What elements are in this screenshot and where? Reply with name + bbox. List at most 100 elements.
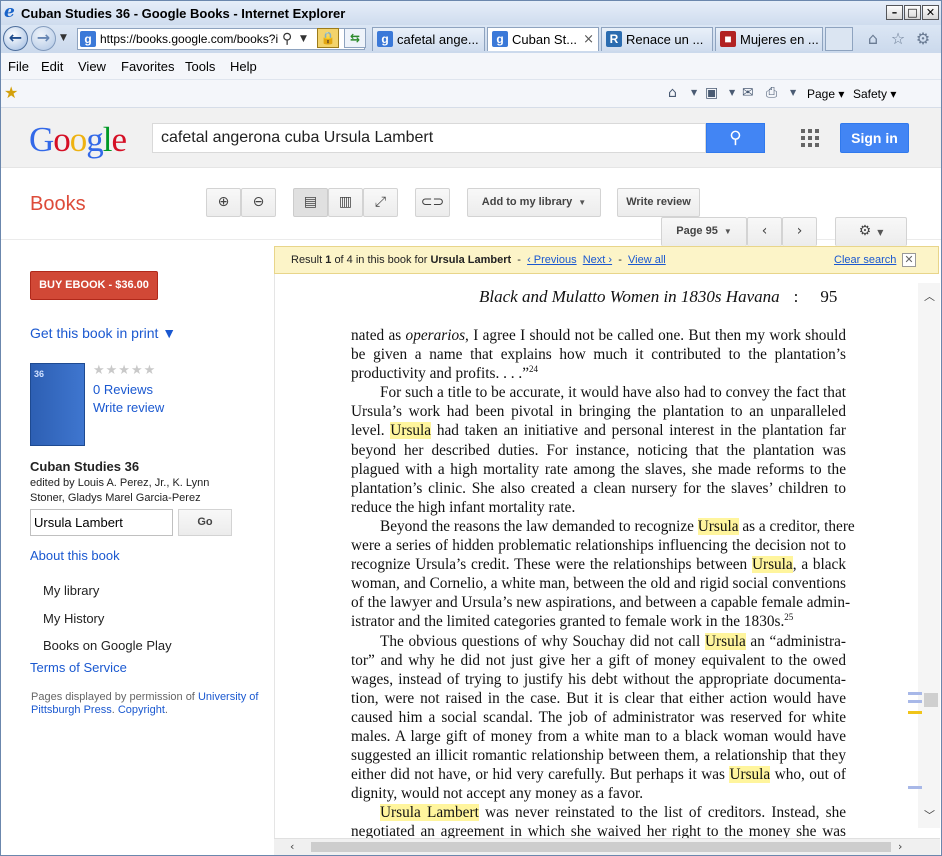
- cover-text: 36: [34, 369, 45, 379]
- chevron-down-icon[interactable]: ▼: [729, 85, 735, 101]
- page-menu-label: Page: [807, 87, 836, 101]
- fullscreen-button[interactable]: ⤢: [363, 188, 398, 217]
- write-review-button[interactable]: Write review: [617, 188, 700, 217]
- menu-help[interactable]: Help: [230, 59, 257, 74]
- write-review-link[interactable]: Write review: [93, 400, 164, 416]
- page-menu[interactable]: Page ▾: [807, 87, 844, 101]
- search-highlight[interactable]: Ursula: [751, 556, 793, 574]
- menu-tools[interactable]: Tools: [185, 59, 215, 74]
- text-line: tor” and why he did not just give her a …: [351, 651, 846, 669]
- reviews-link[interactable]: 0 Reviews: [93, 382, 153, 398]
- print-icon[interactable]: ⎙: [766, 85, 777, 101]
- books-label[interactable]: Books: [30, 192, 86, 216]
- add-to-library-button[interactable]: Add to my library ▼: [467, 188, 601, 217]
- chevron-down-icon[interactable]: ▼: [691, 85, 697, 101]
- close-icon[interactable]: ✕: [902, 253, 916, 267]
- close-window-button[interactable]: ✕: [922, 5, 939, 20]
- next-page-button[interactable]: ›: [782, 217, 817, 246]
- search-highlight[interactable]: Ursula: [390, 422, 432, 440]
- go-button[interactable]: Go: [178, 509, 232, 536]
- search-highlight[interactable]: Ursula: [704, 632, 746, 650]
- menu-view[interactable]: View: [78, 59, 106, 74]
- single-page-button[interactable]: ▤: [293, 188, 328, 217]
- zoom-in-button[interactable]: ⊕: [206, 188, 241, 217]
- clear-search-link[interactable]: Clear search: [834, 254, 896, 267]
- result-marker[interactable]: [908, 711, 922, 714]
- tab-mujeres[interactable]: ■ Mujeres en ...: [715, 27, 823, 51]
- result-marker[interactable]: [908, 700, 922, 703]
- logo-letter: l: [102, 120, 113, 159]
- search-input[interactable]: [161, 128, 691, 148]
- chevron-right-icon: ›: [796, 223, 803, 239]
- apps-grid-icon[interactable]: [801, 129, 819, 147]
- google-play-link[interactable]: Books on Google Play: [43, 638, 172, 654]
- search-highlight[interactable]: Ursula: [697, 517, 739, 535]
- previous-page-button[interactable]: ‹: [747, 217, 782, 246]
- safety-menu[interactable]: Safety ▾: [853, 87, 896, 101]
- sign-in-button[interactable]: Sign in: [840, 123, 909, 153]
- scroll-up-icon[interactable]: ︿: [924, 291, 935, 303]
- horizontal-scroll-thumb[interactable]: [311, 842, 891, 852]
- about-this-book-link[interactable]: About this book: [30, 548, 120, 564]
- history-dropdown-icon[interactable]: ▼: [60, 31, 67, 45]
- google-logo[interactable]: Google: [29, 120, 127, 160]
- buy-ebook-button[interactable]: BUY EBOOK - $36.00: [30, 271, 158, 300]
- chevron-down-icon[interactable]: ▼: [790, 85, 796, 101]
- search-in-book-box[interactable]: [30, 509, 173, 536]
- page-select[interactable]: Page 95 ▼: [661, 217, 747, 246]
- settings-button[interactable]: ⚙ ▼: [835, 217, 907, 246]
- gear-icon[interactable]: ⚙: [913, 29, 933, 49]
- previous-result-link[interactable]: ‹ Previous: [527, 254, 577, 266]
- my-library-link[interactable]: My library: [43, 583, 99, 599]
- search-icon[interactable]: ⚲: [282, 30, 292, 48]
- refresh-button[interactable]: ⇆: [344, 28, 366, 48]
- mail-icon[interactable]: ✉: [742, 85, 754, 101]
- minimize-button[interactable]: –: [886, 5, 903, 20]
- search-in-book-input[interactable]: [34, 514, 169, 531]
- book-page-viewer[interactable]: Black and Mulatto Women in 1830s Havana:…: [274, 274, 940, 838]
- google-search-box[interactable]: [152, 123, 706, 153]
- my-history-link[interactable]: My History: [43, 611, 104, 627]
- scroll-thumb[interactable]: [924, 693, 938, 707]
- two-page-button[interactable]: ▥: [328, 188, 363, 217]
- scroll-right-icon[interactable]: ›: [898, 840, 902, 854]
- menu-file[interactable]: File: [8, 59, 29, 74]
- maximize-button[interactable]: □: [904, 5, 921, 20]
- address-dropdown-icon[interactable]: ▼: [300, 32, 307, 46]
- view-all-link[interactable]: View all: [628, 254, 666, 266]
- horizontal-scrollbar[interactable]: ‹ ›: [274, 838, 940, 855]
- result-marker[interactable]: [908, 692, 922, 695]
- search-button[interactable]: ⚲: [706, 123, 765, 153]
- link-button[interactable]: ⊂⊃: [415, 188, 450, 217]
- terms-of-service-link[interactable]: Terms of Service: [30, 660, 127, 676]
- feeds-icon[interactable]: ▣: [705, 85, 718, 101]
- tab-cuban-studies[interactable]: g Cuban St... ×: [487, 27, 599, 51]
- next-result-link[interactable]: Next ›: [583, 254, 612, 266]
- tab-cafetal[interactable]: g cafetal ange...: [372, 27, 485, 51]
- home-icon[interactable]: ⌂: [668, 85, 677, 101]
- get-book-in-print-link[interactable]: Get this book in print ▼: [30, 325, 176, 341]
- book-cover[interactable]: 36: [30, 363, 85, 446]
- search-highlight[interactable]: Ursula: [729, 766, 771, 784]
- lock-icon[interactable]: 🔒: [317, 28, 339, 48]
- favorites-star-icon[interactable]: ☆: [888, 29, 908, 49]
- back-button[interactable]: ←: [3, 26, 28, 51]
- copyright-link[interactable]: Copyright: [118, 704, 165, 716]
- favorites-add-icon[interactable]: ★: [4, 84, 18, 102]
- vertical-scrollbar[interactable]: [918, 283, 940, 828]
- tab-close-icon[interactable]: ×: [583, 29, 594, 51]
- zoom-out-button[interactable]: ⊖: [241, 188, 276, 217]
- tab-renace[interactable]: R Renace un ...: [601, 27, 713, 51]
- menu-favorites[interactable]: Favorites: [121, 59, 174, 74]
- footnote-ref: 24: [529, 364, 539, 375]
- scroll-down-icon[interactable]: ﹀: [924, 810, 935, 822]
- authors-line: Stoner, Gladys Marel Garcia-Perez: [30, 492, 201, 504]
- scroll-left-icon[interactable]: ‹: [290, 840, 294, 854]
- home-icon[interactable]: ⌂: [863, 29, 883, 49]
- search-highlight[interactable]: Ursula Lambert: [380, 804, 479, 822]
- result-marker[interactable]: [908, 786, 922, 789]
- new-tab-button[interactable]: [825, 27, 853, 51]
- forward-button[interactable]: →: [31, 26, 56, 51]
- address-url[interactable]: https://books.google.com/books?id=: [100, 32, 278, 46]
- menu-edit[interactable]: Edit: [41, 59, 63, 74]
